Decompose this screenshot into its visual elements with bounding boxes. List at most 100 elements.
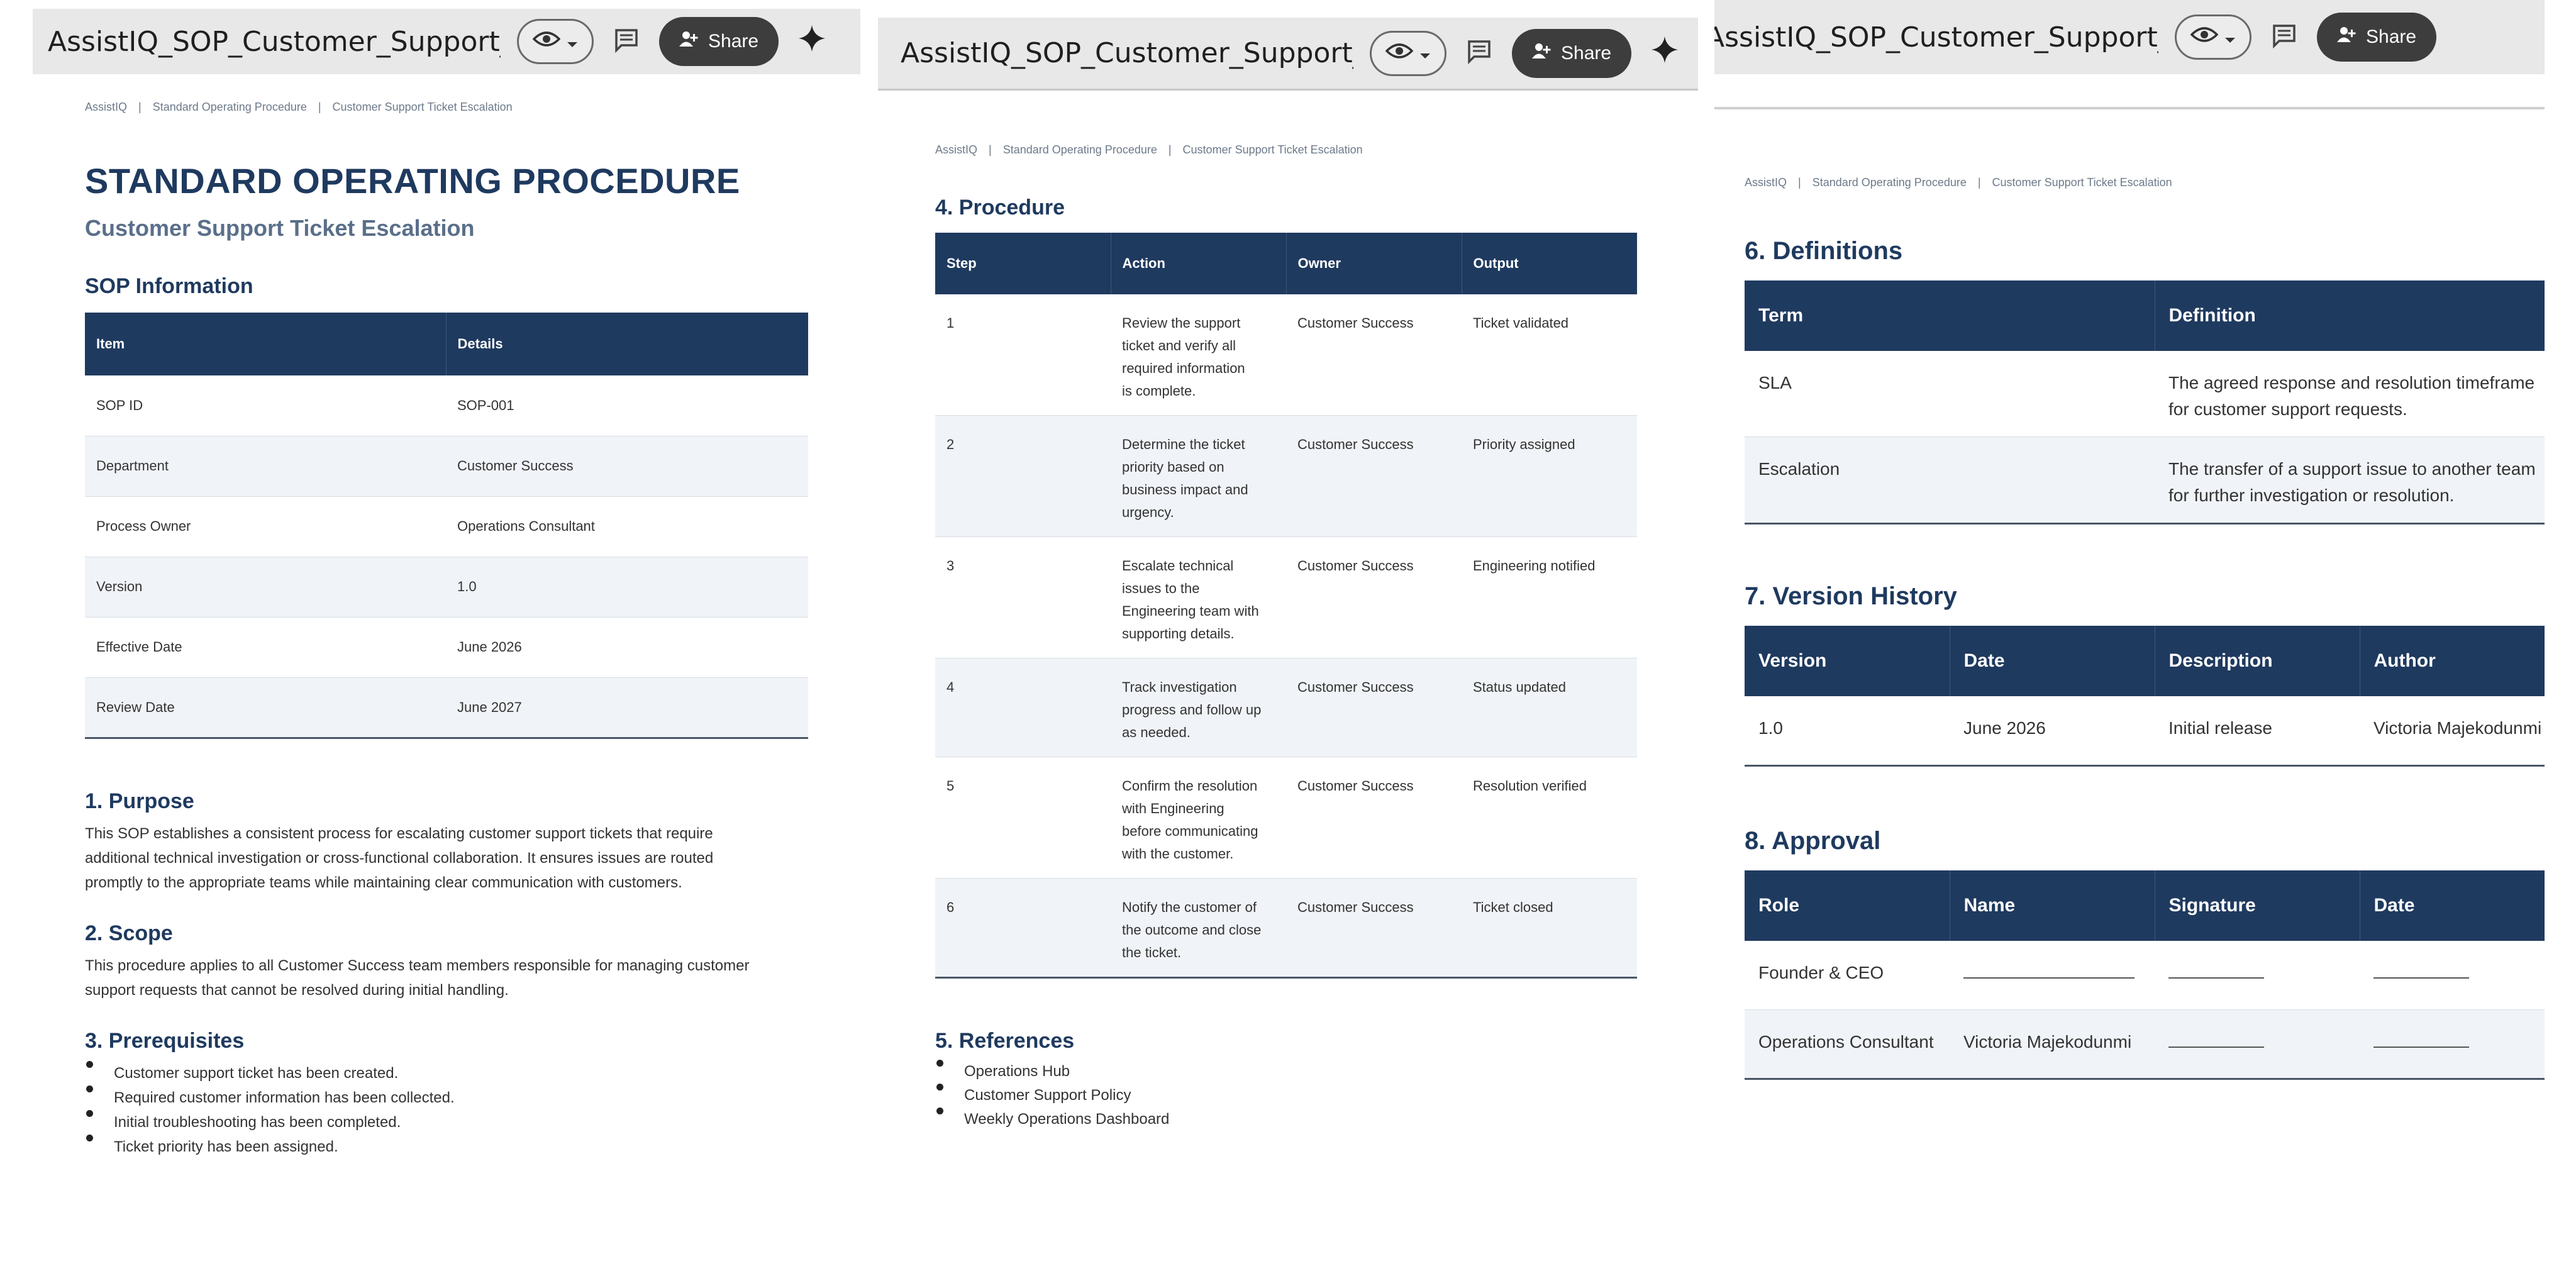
- person-add-icon: [1532, 43, 1551, 64]
- step-number: 4: [935, 658, 1111, 757]
- text-line: priority based on: [1122, 459, 1224, 475]
- document-title[interactable]: AssistIQ_SOP_Customer_Support_E...: [1714, 21, 2158, 53]
- table-row: Operations Consultant Victoria Majekodun…: [1745, 1009, 2545, 1079]
- name-signature-line: [1950, 940, 2155, 1010]
- blank-line: [2168, 1031, 2264, 1048]
- document-title[interactable]: AssistIQ_SOP_Customer_Support_E...: [901, 37, 1353, 69]
- text-line: business impact and: [1122, 482, 1248, 497]
- table-cell: Founder & CEO: [1745, 940, 1950, 1010]
- step-owner: Customer Success: [1286, 536, 1462, 658]
- breadcrumb-company: AssistIQ: [85, 101, 128, 113]
- table-cell: Customer Success: [446, 436, 808, 497]
- scope-text: This procedure applies to all Customer S…: [85, 953, 814, 1002]
- text-line: The agreed response and resolution timef…: [2168, 373, 2535, 392]
- table-cell: Effective Date: [85, 617, 446, 678]
- section-heading: 8. Approval: [1745, 826, 1881, 855]
- step-number: 1: [935, 294, 1111, 416]
- step-output: Ticket closed: [1462, 878, 1637, 978]
- column-header: Item: [85, 313, 447, 375]
- text-line: before communicating: [1122, 823, 1258, 839]
- text-line: support requests that cannot be resolved…: [85, 981, 509, 999]
- view-mode-button[interactable]: [2175, 14, 2251, 60]
- eye-icon: [2190, 25, 2219, 49]
- document-title[interactable]: AssistIQ_SOP_Customer_Support_E...: [48, 26, 501, 58]
- column-header: Step: [935, 233, 1111, 294]
- eye-icon: [532, 30, 561, 53]
- breadcrumb-separator: |: [138, 101, 142, 113]
- breadcrumb-separator: |: [1977, 176, 1981, 189]
- definition-cell: The transfer of a support issue to anoth…: [2155, 436, 2545, 524]
- signature-line: [2155, 1009, 2360, 1079]
- table-cell: Operations Consultant: [446, 496, 808, 557]
- list-item: Ticket priority has been assigned.: [85, 1134, 814, 1159]
- table-row: Escalation The transfer of a support iss…: [1745, 436, 2545, 524]
- person-add-icon: [2337, 26, 2356, 48]
- breadcrumb-section: Standard Operating Procedure: [1812, 176, 1967, 189]
- breadcrumb-separator: |: [1168, 143, 1172, 156]
- version-history-table: Version Date Description Author 1.0 June…: [1745, 626, 2545, 767]
- text-line: with the customer.: [1122, 846, 1234, 862]
- gemini-button[interactable]: [791, 21, 833, 62]
- breadcrumb-separator: |: [989, 143, 992, 156]
- text-line: is complete.: [1122, 383, 1196, 399]
- gemini-button[interactable]: [1644, 33, 1685, 74]
- table-row: SOP ID SOP-001: [85, 375, 808, 436]
- document-page-2: AssistIQ_SOP_Customer_Support_E... Share: [878, 0, 1698, 1288]
- column-header: Date: [2360, 870, 2545, 941]
- share-button[interactable]: Share: [659, 17, 779, 66]
- text-line: Determine the ticket: [1122, 436, 1245, 452]
- text-line: This SOP establishes a consistent proces…: [85, 824, 713, 842]
- table-row: Effective Date June 2026: [85, 617, 808, 678]
- table-cell: SOP-001: [446, 375, 808, 436]
- definition-cell: The agreed response and resolution timef…: [2155, 351, 2545, 437]
- table-header-row: Item Details: [85, 313, 808, 375]
- text-line: promptly to the appropriate teams while …: [85, 874, 682, 891]
- term-cell: Escalation: [1745, 436, 2155, 524]
- chevron-down-icon: [567, 30, 578, 53]
- share-label: Share: [2366, 26, 2417, 47]
- docs-toolbar: AssistIQ_SOP_Customer_Support_E... Share: [33, 9, 860, 74]
- table-cell: 1.0: [446, 557, 808, 618]
- list-item: Customer Support Policy: [935, 1084, 1646, 1108]
- breadcrumb-page: Customer Support Ticket Escalation: [1992, 176, 2172, 189]
- table-row: 1.0 June 2026 Initial release Victoria M…: [1745, 696, 2545, 766]
- step-action: Notify the customer of the outcome and cl…: [1111, 878, 1286, 978]
- share-button[interactable]: Share: [1512, 28, 1632, 78]
- step-action: Review the support ticket and verify all r…: [1111, 294, 1286, 416]
- share-label: Share: [708, 31, 759, 52]
- blank-line: [2168, 962, 2264, 979]
- list-item: Initial troubleshooting has been complet…: [85, 1109, 814, 1135]
- comment-button[interactable]: [1460, 35, 1498, 72]
- share-button[interactable]: Share: [2317, 13, 2437, 62]
- table-row: Department Customer Success: [85, 436, 808, 497]
- sparkle-icon: [1652, 36, 1679, 70]
- breadcrumb-section: Standard Operating Procedure: [152, 101, 307, 113]
- comment-button[interactable]: [608, 23, 645, 60]
- table-cell: Version: [85, 557, 446, 618]
- column-header: Role: [1745, 870, 1950, 941]
- section-heading: 6. Definitions: [1745, 237, 1903, 265]
- table-row: SLA The agreed response and resolution t…: [1745, 351, 2545, 437]
- breadcrumb-company: AssistIQ: [935, 143, 978, 156]
- comment-button[interactable]: [2265, 18, 2303, 56]
- list-item: Weekly Operations Dashboard: [935, 1108, 1646, 1131]
- table-cell: 1.0: [1745, 696, 1950, 766]
- breadcrumb-section: Standard Operating Procedure: [1002, 143, 1157, 156]
- column-header: Version: [1745, 626, 1950, 696]
- definitions-table: Term Definition SLA The agreed response …: [1745, 280, 2545, 525]
- view-mode-button[interactable]: [1370, 30, 1446, 76]
- docs-toolbar: AssistIQ_SOP_Customer_Support_E... Share: [1714, 0, 2545, 74]
- docs-toolbar: AssistIQ_SOP_Customer_Support_E... Share: [878, 18, 1698, 91]
- document-page-1: AssistIQ_SOP_Customer_Support_E... Share: [33, 0, 860, 1288]
- comment-icon: [614, 28, 639, 56]
- table-header-row: Role Name Signature Date: [1745, 870, 2545, 941]
- breadcrumb-page: Customer Support Ticket Escalation: [332, 101, 513, 113]
- sparkle-icon: [799, 25, 826, 58]
- step-action: Escalate technical issues to the Engineeri…: [1111, 536, 1286, 658]
- step-output: Priority assigned: [1462, 415, 1637, 537]
- column-header: Description: [2155, 626, 2360, 696]
- table-cell: Review Date: [85, 677, 446, 738]
- view-mode-button[interactable]: [517, 19, 594, 64]
- section-heading: 2. Scope: [85, 921, 173, 945]
- text-line: for customer support requests.: [2168, 399, 2407, 419]
